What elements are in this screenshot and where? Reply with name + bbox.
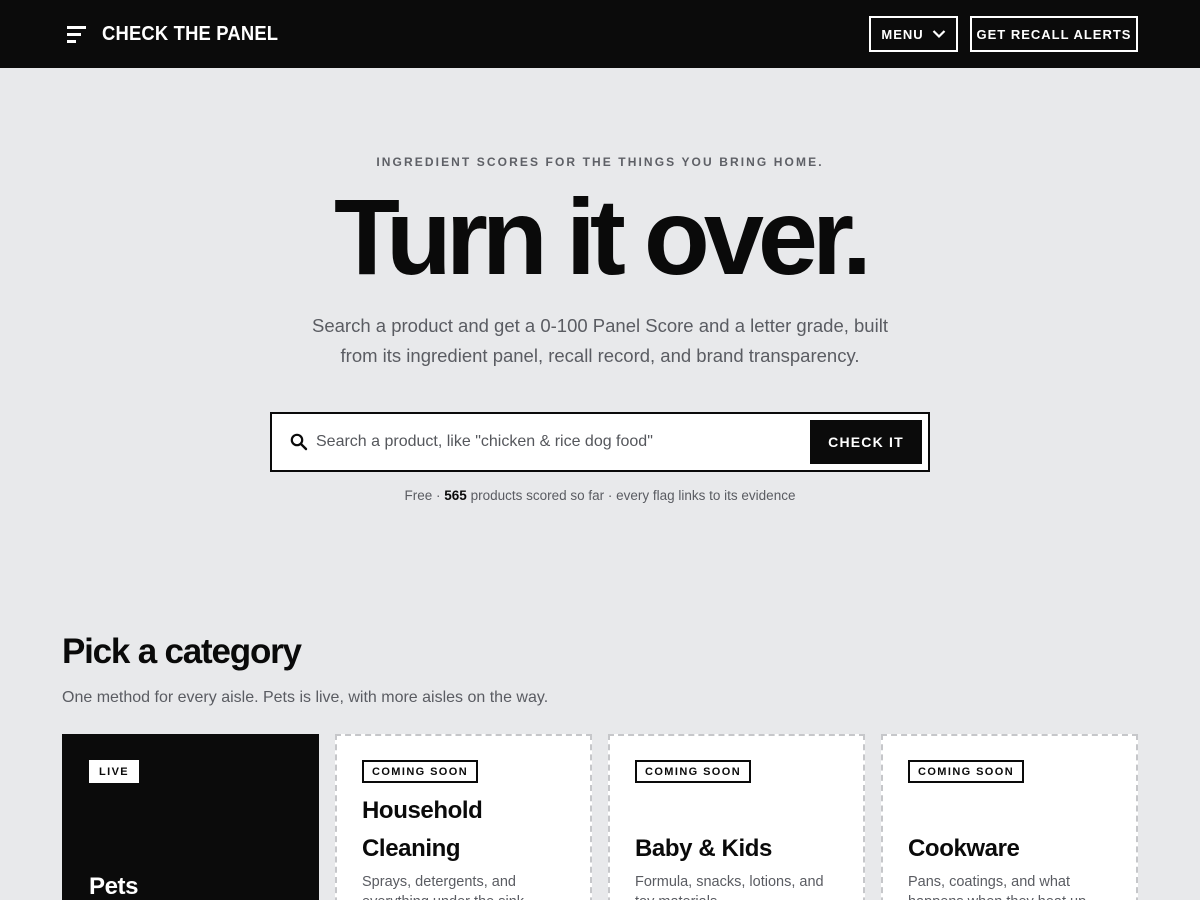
- search-icon: [290, 433, 308, 451]
- top-nav-bar: CHECK THE PANEL MENU GET RECALL ALERTS: [0, 0, 1200, 68]
- category-title: Baby & Kids: [635, 835, 772, 862]
- check-it-button[interactable]: CHECK IT: [810, 420, 922, 464]
- coming-soon-badge: COMING SOON: [362, 760, 479, 783]
- brand-logo-link[interactable]: CHECK THE PANEL: [66, 22, 294, 46]
- category-section-subtitle: One method for every aisle. Pets is live…: [62, 689, 549, 706]
- brand-lines-icon: [66, 23, 86, 45]
- category-description: Pans, coatings, and what happens when th…: [908, 874, 1090, 900]
- category-card-household-cleaning[interactable]: COMING SOON Household Cleaning Sprays, d…: [335, 734, 592, 900]
- menu-button[interactable]: MENU: [869, 16, 958, 52]
- brand-name: CHECK THE PANEL: [102, 22, 279, 45]
- category-title: Cookware: [908, 835, 1020, 862]
- category-description: Sprays, detergents, and everything under…: [362, 874, 528, 900]
- search-input[interactable]: [316, 424, 796, 460]
- coming-soon-badge: COMING SOON: [908, 760, 1025, 783]
- category-title: Pets: [89, 873, 139, 900]
- hero-subtitle: Search a product and get a 0-100 Panel S…: [312, 315, 888, 366]
- chevron-down-icon: [932, 30, 945, 39]
- product-count: 565: [444, 488, 467, 503]
- category-card-pets[interactable]: LIVE Pets: [62, 734, 319, 900]
- coming-soon-badge: COMING SOON: [635, 760, 752, 783]
- hero-eyebrow: INGREDIENT SCORES FOR THE THINGS YOU BRI…: [376, 155, 824, 169]
- category-title: Household Cleaning: [362, 797, 483, 862]
- live-badge: LIVE: [89, 760, 140, 783]
- stats-prefix: Free ·: [404, 488, 445, 503]
- stats-suffix: products scored so far · every flag link…: [466, 488, 796, 503]
- category-card-baby-kids[interactable]: COMING SOON Baby & Kids Formula, snacks,…: [608, 734, 865, 900]
- get-recall-alerts-button[interactable]: GET RECALL ALERTS: [970, 16, 1138, 52]
- search-bar: CHECK IT: [270, 412, 930, 472]
- menu-button-label: MENU: [881, 26, 924, 42]
- category-section-title: Pick a category: [62, 632, 302, 671]
- category-card-cookware[interactable]: COMING SOON Cookware Pans, coatings, and…: [881, 734, 1138, 900]
- hero-title: Turn it over.: [333, 176, 872, 297]
- category-description: Formula, snacks, lotions, and toy materi…: [635, 874, 824, 900]
- stats-line: Free · 565 products scored so far · ever…: [0, 488, 1200, 503]
